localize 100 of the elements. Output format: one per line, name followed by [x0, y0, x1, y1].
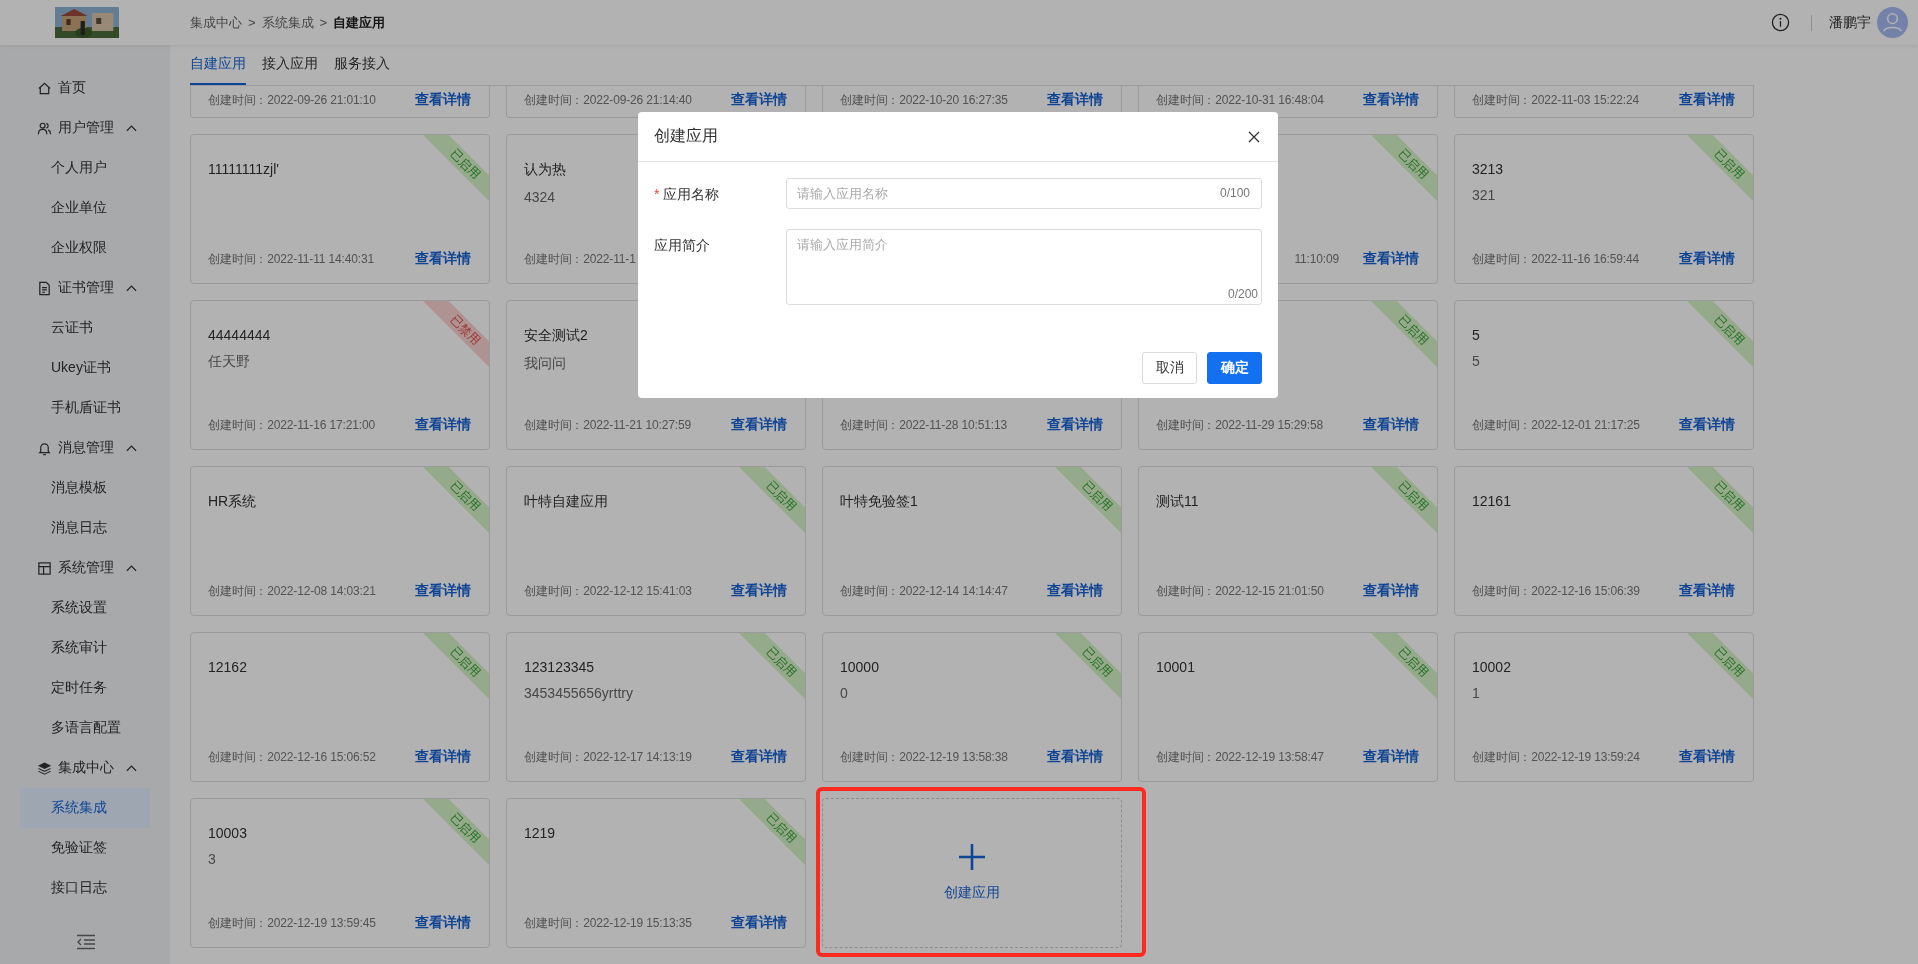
- view-details-link[interactable]: 查看详情: [731, 91, 787, 109]
- view-details-link[interactable]: 查看详情: [731, 914, 787, 932]
- app-name: 1219: [524, 825, 556, 841]
- create-app-label: 创建应用: [943, 884, 1000, 902]
- view-details-link[interactable]: 查看详情: [1047, 748, 1103, 766]
- sidebar-item[interactable]: 企业单位: [20, 188, 150, 228]
- view-details-link[interactable]: 查看详情: [415, 416, 471, 434]
- sidebar-item[interactable]: 多语言配置: [20, 708, 150, 748]
- app-description: 我问问: [524, 355, 566, 373]
- created-time: 创建时间：2022-12-14 14:14:47: [840, 582, 1008, 600]
- view-details-link[interactable]: 查看详情: [1047, 582, 1103, 600]
- view-details-link[interactable]: 查看详情: [731, 416, 787, 434]
- view-details-link[interactable]: 查看详情: [731, 582, 787, 600]
- sidebar-item[interactable]: 云证书: [20, 308, 150, 348]
- sidebar-item[interactable]: 首页: [0, 68, 170, 108]
- breadcrumb-item: 自建应用: [333, 13, 386, 32]
- sidebar-item[interactable]: 系统设置: [20, 588, 150, 628]
- user-name[interactable]: 潘鹏宇: [1829, 13, 1871, 32]
- view-details-link[interactable]: 查看详情: [1363, 748, 1419, 766]
- view-details-link[interactable]: 查看详情: [1363, 91, 1419, 109]
- sidebar-item[interactable]: 集成中心: [0, 748, 170, 788]
- status-ribbon: 已启用: [1371, 467, 1437, 533]
- app-name: 44444444: [208, 327, 271, 343]
- sidebar-item[interactable]: 系统集成: [20, 788, 150, 828]
- sidebar-item[interactable]: 系统审计: [20, 628, 150, 668]
- view-details-link[interactable]: 查看详情: [1363, 582, 1419, 600]
- view-details-link[interactable]: 查看详情: [1363, 250, 1419, 268]
- view-details-link[interactable]: 查看详情: [415, 914, 471, 932]
- view-details-link[interactable]: 查看详情: [1047, 416, 1103, 434]
- sidebar-item[interactable]: 消息日志: [20, 508, 150, 548]
- sidebar-item[interactable]: 消息模板: [20, 468, 150, 508]
- breadcrumb-item[interactable]: 集成中心: [190, 13, 242, 32]
- app-name: HR系统: [208, 493, 257, 511]
- app-description: 0: [840, 685, 848, 701]
- status-ribbon: 已启用: [423, 633, 489, 699]
- document-icon: [37, 280, 52, 296]
- app-name: 11111111zjl': [208, 161, 279, 177]
- created-time: 创建时间：2022-09-26 21:14:40: [524, 91, 692, 109]
- status-ribbon: 已启用: [1687, 301, 1753, 367]
- field-label: 应用简介: [654, 237, 710, 255]
- sidebar-item[interactable]: Ukey证书: [20, 348, 150, 388]
- created-time: 创建时间：2022-12-19 13:58:47: [1156, 748, 1324, 766]
- created-time: 11:10:09: [1293, 252, 1339, 266]
- created-time: 创建时间：2022-11-03 15:22:24: [1472, 91, 1639, 109]
- created-time: 创建时间：2022-11-16 16:59:44: [1472, 250, 1639, 268]
- sidebar-item[interactable]: 免验证签: [20, 828, 150, 868]
- created-time: 创建时间：2022-12-19 13:58:38: [840, 748, 1008, 766]
- app-name: 10003: [208, 825, 247, 841]
- layout-icon: [37, 560, 52, 576]
- sidebar-item[interactable]: 定时任务: [20, 668, 150, 708]
- view-details-link[interactable]: 查看详情: [415, 748, 471, 766]
- view-details-link[interactable]: 查看详情: [1679, 748, 1735, 766]
- breadcrumb-separator: >: [319, 15, 328, 30]
- app-name: 认为热: [524, 161, 566, 179]
- info-icon[interactable]: [1771, 13, 1790, 32]
- sidebar-item[interactable]: 系统管理: [0, 548, 170, 588]
- breadcrumb-item[interactable]: 系统集成: [261, 13, 314, 32]
- view-details-link[interactable]: 查看详情: [1679, 250, 1735, 268]
- sidebar-item[interactable]: 接口日志: [20, 868, 150, 908]
- home-icon: [37, 80, 52, 96]
- created-time: 创建时间：2022-12-19 13:59:45: [208, 914, 376, 932]
- sidebar-item[interactable]: 企业权限: [20, 228, 150, 268]
- app-name: 5: [1472, 327, 1480, 343]
- cancel-button[interactable]: 取消: [1142, 352, 1197, 384]
- app-description: 任天野: [208, 353, 250, 371]
- app-name: 10001: [1156, 659, 1195, 675]
- sidebar-item[interactable]: 个人用户: [20, 148, 150, 188]
- app-description: 321: [1472, 187, 1496, 203]
- sidebar-item[interactable]: 手机盾证书: [20, 388, 150, 428]
- confirm-button[interactable]: 确定: [1207, 352, 1262, 384]
- view-details-link[interactable]: 查看详情: [1679, 91, 1735, 109]
- created-time: 创建时间：2022-12-16 15:06:39: [1472, 582, 1640, 600]
- view-details-link[interactable]: 查看详情: [1363, 416, 1419, 434]
- app-description: 3453455656yrttry: [524, 685, 633, 701]
- app-name: 10000: [840, 659, 879, 675]
- view-details-link[interactable]: 查看详情: [415, 250, 471, 268]
- sidebar-item[interactable]: 证书管理: [0, 268, 170, 308]
- sidebar-item[interactable]: 用户管理: [0, 108, 170, 148]
- collapse-menu-icon[interactable]: [76, 934, 96, 950]
- created-time: 创建时间：2022-12-08 14:03:21: [208, 582, 376, 600]
- users-icon: [37, 120, 52, 136]
- view-details-link[interactable]: 查看详情: [1679, 582, 1735, 600]
- status-ribbon: 已启用: [423, 799, 489, 865]
- character-counter: 0/200: [1227, 287, 1258, 301]
- tab[interactable]: 服务接入: [334, 45, 390, 85]
- view-details-link[interactable]: 查看详情: [731, 748, 787, 766]
- sidebar-item[interactable]: 消息管理: [0, 428, 170, 468]
- close-icon[interactable]: [1248, 130, 1260, 143]
- tab[interactable]: 接入应用: [262, 45, 318, 85]
- create-app-card[interactable]: 创建应用: [822, 798, 1122, 948]
- breadcrumb-separator: >: [248, 15, 256, 30]
- view-details-link[interactable]: 查看详情: [1047, 91, 1103, 109]
- view-details-link[interactable]: 查看详情: [1679, 416, 1735, 434]
- created-time: 创建时间：2022-11-1: [524, 250, 636, 268]
- status-ribbon: 已禁用: [423, 301, 489, 367]
- status-ribbon: 已启用: [1055, 633, 1121, 699]
- app-name: 叶特自建应用: [524, 493, 608, 511]
- status-ribbon: 已启用: [1371, 135, 1437, 201]
- view-details-link[interactable]: 查看详情: [415, 582, 471, 600]
- view-details-link[interactable]: 查看详情: [415, 91, 471, 109]
